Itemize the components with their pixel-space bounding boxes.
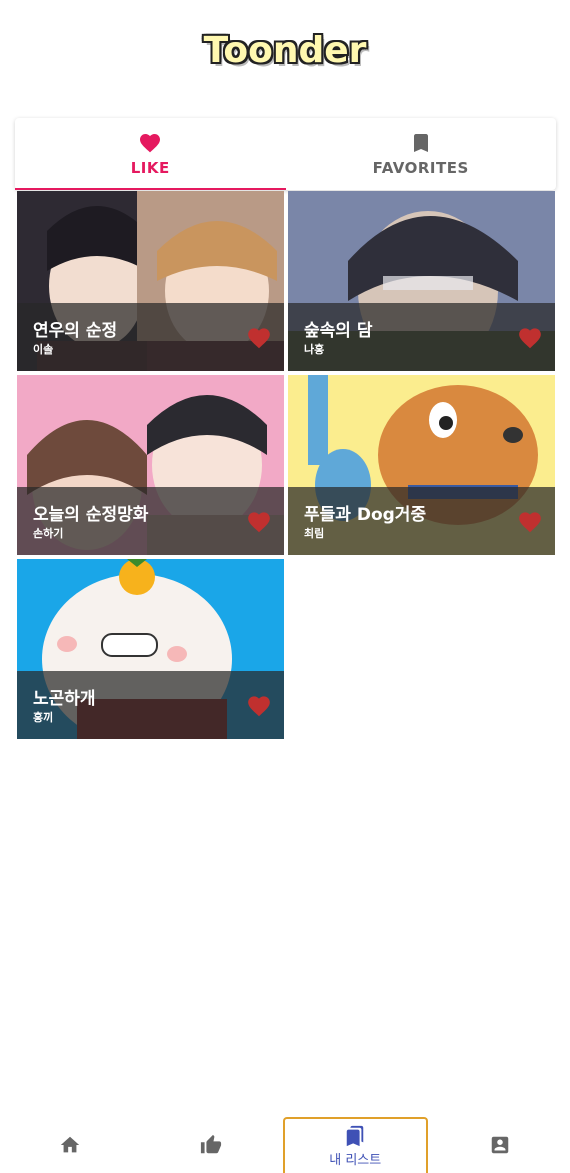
heart-icon[interactable] bbox=[517, 509, 543, 533]
heart-icon[interactable] bbox=[246, 509, 272, 533]
account-box-icon bbox=[491, 1136, 508, 1154]
card-title: 연우의 순정 bbox=[33, 321, 118, 341]
card-author: 나홍 bbox=[304, 343, 325, 356]
webtoon-card[interactable]: 오늘의 순정망화 손하기 bbox=[17, 375, 284, 555]
heart-icon[interactable] bbox=[517, 325, 543, 349]
tab-bar: LIKE FAVORITES bbox=[15, 118, 556, 190]
heart-icon[interactable] bbox=[246, 693, 272, 717]
webtoon-card[interactable]: 숲속의 담 나홍 bbox=[288, 191, 555, 371]
nav-home[interactable] bbox=[0, 1117, 141, 1173]
heart-icon bbox=[140, 134, 161, 153]
nav-profile[interactable] bbox=[430, 1117, 570, 1173]
card-title: 숲속의 담 bbox=[304, 321, 373, 341]
home-icon bbox=[61, 1136, 80, 1153]
app-root: Toonder LIKE FAVORITES 연우의 순정 이솔 숲속의 담 나… bbox=[0, 0, 570, 1173]
card-title: 오늘의 순정망화 bbox=[33, 505, 149, 525]
nav-my-list-label: 내 리스트 bbox=[329, 1152, 382, 1168]
card-author: 손하기 bbox=[33, 527, 64, 540]
card-author: 홍끼 bbox=[33, 711, 54, 724]
webtoon-card[interactable]: 연우의 순정 이솔 bbox=[17, 191, 284, 371]
card-author: 이솔 bbox=[33, 343, 54, 356]
nav-my-list[interactable]: 내 리스트 bbox=[283, 1117, 428, 1173]
bookmark-icon bbox=[413, 134, 428, 152]
tab-favorites-label: FAVORITES bbox=[372, 159, 469, 177]
app-logo: Toonder bbox=[203, 30, 367, 71]
nav-recommend[interactable] bbox=[141, 1117, 282, 1173]
bookmarks-icon bbox=[347, 1125, 364, 1146]
tab-like[interactable]: LIKE bbox=[15, 118, 286, 190]
card-author: 최림 bbox=[304, 527, 325, 540]
thumb-up-icon bbox=[200, 1134, 221, 1154]
webtoon-card[interactable]: 노곤하개 홍끼 bbox=[17, 559, 284, 739]
tab-favorites[interactable]: FAVORITES bbox=[286, 118, 557, 190]
card-title: 푸들과 Dog거중 bbox=[304, 505, 427, 525]
bottom-nav: 내 리스트 bbox=[0, 1117, 570, 1173]
tab-like-label: LIKE bbox=[130, 159, 170, 177]
heart-icon[interactable] bbox=[246, 325, 272, 349]
webtoon-card[interactable]: 푸들과 Dog거중 최림 bbox=[288, 375, 555, 555]
card-title: 노곤하개 bbox=[33, 689, 96, 709]
